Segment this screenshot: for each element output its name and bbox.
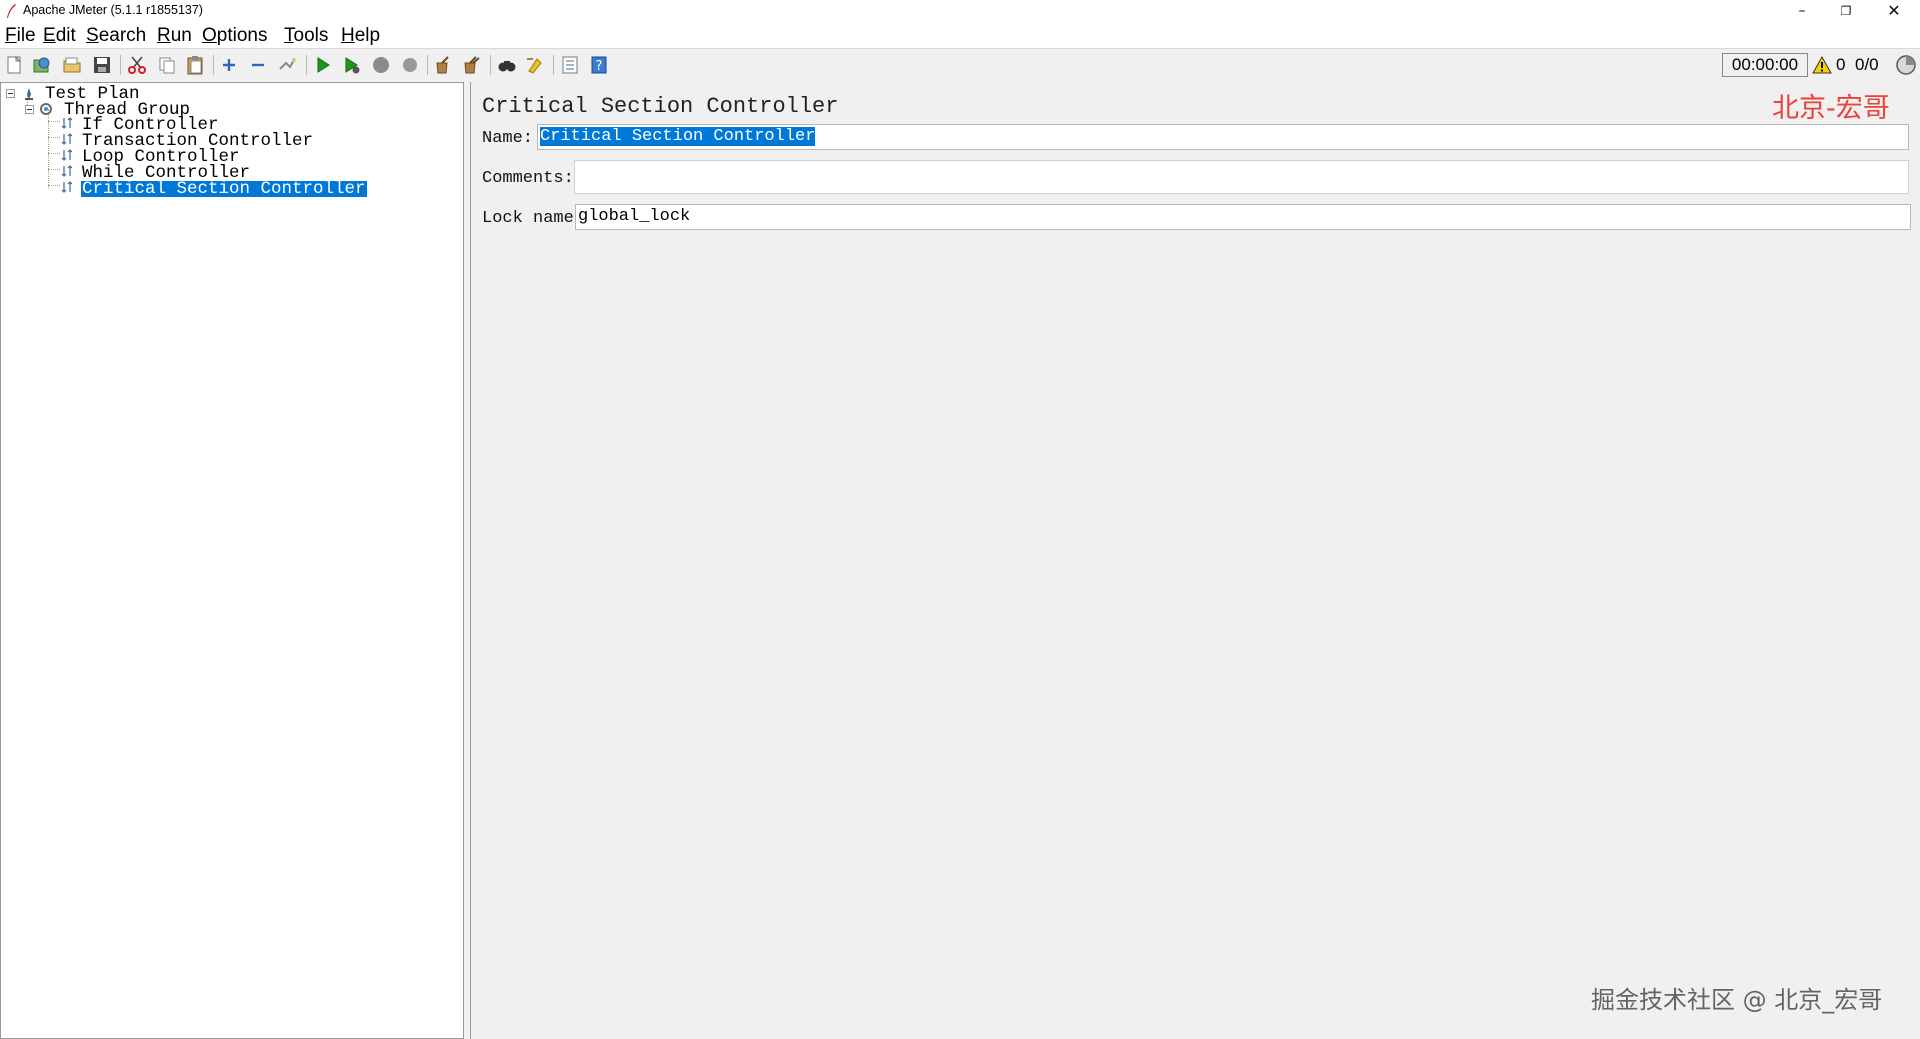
new-icon[interactable] bbox=[3, 54, 25, 76]
help-icon[interactable]: ? bbox=[588, 54, 610, 76]
menu-tools[interactable]: Tools bbox=[284, 25, 328, 47]
reset-search-icon[interactable] bbox=[524, 54, 546, 76]
window-title: Apache JMeter (5.1.1 r1855137) bbox=[23, 3, 203, 17]
toolbar-separator bbox=[213, 55, 214, 75]
tree-connector bbox=[48, 153, 60, 154]
thread-group-icon bbox=[40, 103, 52, 115]
menu-help[interactable]: Help bbox=[341, 25, 380, 47]
templates-icon[interactable] bbox=[31, 54, 53, 76]
lock-name-field-row: Lock name global_lock bbox=[481, 204, 1911, 232]
open-icon[interactable] bbox=[61, 54, 83, 76]
shutdown-icon[interactable] bbox=[399, 54, 421, 76]
lock-name-label: Lock name bbox=[482, 209, 574, 228]
clear-all-icon[interactable] bbox=[461, 54, 483, 76]
svg-text:?: ? bbox=[596, 59, 603, 74]
status-indicator-icon bbox=[1896, 55, 1916, 75]
author-watermark: 北京-宏哥 bbox=[1772, 93, 1890, 124]
tree-connector bbox=[48, 185, 60, 186]
controller-editor-panel: Critical Section Controller 北京-宏哥 Name: … bbox=[470, 82, 1920, 1039]
controller-icon bbox=[61, 117, 73, 129]
controller-icon bbox=[61, 149, 73, 161]
menu-file[interactable]: File bbox=[5, 25, 36, 47]
tree-collapse-toggle[interactable] bbox=[25, 105, 34, 114]
controller-icon bbox=[61, 165, 73, 177]
controller-icon bbox=[61, 181, 73, 193]
toggle-icon[interactable] bbox=[276, 54, 298, 76]
menu-search[interactable]: Search bbox=[86, 25, 146, 47]
menu-edit[interactable]: Edit bbox=[43, 25, 76, 47]
warning-icon[interactable] bbox=[1812, 55, 1832, 75]
start-icon[interactable] bbox=[312, 54, 334, 76]
panel-title: Critical Section Controller bbox=[482, 94, 839, 119]
footer-watermark: 掘金技术社区 @ 北京_宏哥 bbox=[1591, 986, 1883, 1014]
copy-icon[interactable] bbox=[156, 54, 178, 76]
comments-field-row: Comments: bbox=[481, 160, 1909, 194]
stop-icon[interactable] bbox=[370, 54, 392, 76]
tree-connector bbox=[48, 121, 60, 122]
save-icon[interactable] bbox=[91, 54, 113, 76]
toolbar-separator bbox=[490, 55, 491, 75]
tree-connector bbox=[48, 137, 60, 138]
warning-count: 0 bbox=[1836, 55, 1846, 74]
comments-input[interactable] bbox=[574, 160, 1909, 194]
toolbar-separator bbox=[306, 55, 307, 75]
name-label: Name: bbox=[482, 129, 534, 148]
collapse-icon[interactable] bbox=[247, 54, 269, 76]
jmeter-feather-icon bbox=[7, 4, 16, 18]
expand-icon[interactable] bbox=[218, 54, 240, 76]
active-threads: 0/0 bbox=[1855, 55, 1879, 74]
close-button[interactable]: ✕ bbox=[1872, 0, 1916, 24]
toolbar-separator bbox=[120, 55, 121, 75]
function-helper-icon[interactable] bbox=[559, 54, 581, 76]
tree-collapse-toggle[interactable] bbox=[6, 89, 15, 98]
controller-icon bbox=[61, 133, 73, 145]
test-plan-tree: Test Plan Thread Group If Controller Tra… bbox=[0, 82, 464, 1039]
comments-label: Comments: bbox=[482, 169, 574, 188]
minimize-button[interactable]: – bbox=[1780, 0, 1824, 24]
name-field-row: Name: Critical Section Controller bbox=[481, 124, 1909, 152]
cut-icon[interactable] bbox=[126, 54, 148, 76]
toolbar-separator bbox=[553, 55, 554, 75]
menu-options[interactable]: Options bbox=[202, 25, 267, 47]
test-plan-icon bbox=[25, 88, 33, 100]
elapsed-time: 00:00:00 bbox=[1722, 53, 1808, 77]
lock-name-input[interactable]: global_lock bbox=[575, 204, 1911, 230]
name-input[interactable]: Critical Section Controller bbox=[537, 124, 1909, 150]
tree-connector bbox=[48, 169, 60, 170]
toolbar: ? 00:00:00 0 0/0 bbox=[0, 48, 1920, 83]
paste-icon[interactable] bbox=[184, 54, 206, 76]
menu-bar: File Edit Search Run Options Tools Help bbox=[0, 24, 1920, 48]
maximize-button[interactable]: ❐ bbox=[1824, 0, 1868, 24]
title-bar: Apache JMeter (5.1.1 r1855137) – ❐ ✕ bbox=[0, 0, 1920, 24]
menu-run[interactable]: Run bbox=[157, 25, 192, 47]
search-icon[interactable] bbox=[496, 54, 518, 76]
start-no-pauses-icon[interactable] bbox=[341, 54, 363, 76]
toolbar-separator bbox=[427, 55, 428, 75]
clear-icon[interactable] bbox=[432, 54, 454, 76]
